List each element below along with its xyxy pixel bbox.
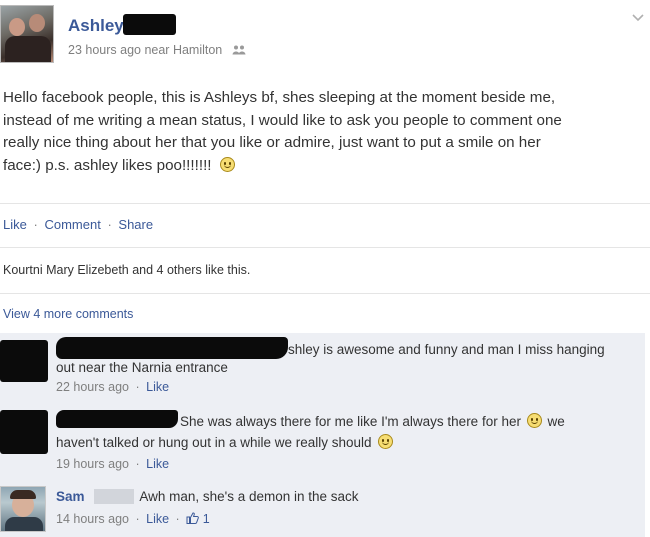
smiley-icon xyxy=(526,413,542,428)
comment-link[interactable]: Comment xyxy=(44,217,100,232)
commenter-surname-redaction xyxy=(94,489,135,504)
comment-text-line: She was always there for me like I'm alw… xyxy=(56,411,641,432)
comment-like-link[interactable]: Like xyxy=(146,457,169,471)
comment-text-line: shley is awesome and funny and man I mis… xyxy=(56,341,641,359)
comment-text: Sam Awh man, she's a demon in the sack xyxy=(56,489,359,504)
divider xyxy=(0,247,650,248)
chevron-down-icon[interactable] xyxy=(631,10,645,22)
action-separator: · xyxy=(135,380,140,394)
friends-icon xyxy=(232,44,246,55)
comment-text-line1: Awh man, she's a demon in the sack xyxy=(139,489,359,504)
comment-timestamp[interactable]: 22 hours ago xyxy=(56,380,129,394)
comment-avatar-redaction xyxy=(0,340,48,382)
post-body-line: face:) p.s. ashley likes poo!!!!!!! xyxy=(3,156,212,174)
comment-avatar-redaction xyxy=(0,410,48,454)
comment-text: She was always there for me like I'm alw… xyxy=(56,411,641,453)
smiley-icon xyxy=(378,434,394,449)
action-separator: · xyxy=(135,512,140,526)
post-meta-text[interactable]: 23 hours ago near Hamilton xyxy=(68,43,222,57)
post-body-line: really nice thing about her that you lik… xyxy=(3,134,541,151)
action-separator: · xyxy=(33,217,38,232)
commenter-name[interactable]: Sam xyxy=(56,489,85,504)
comment-timestamp[interactable]: 14 hours ago xyxy=(56,512,129,526)
smiley-icon xyxy=(219,156,235,172)
comment-text-line1-tail: we xyxy=(547,414,565,429)
post-author-avatar[interactable] xyxy=(0,5,54,63)
comment-text: shley is awesome and funny and man I mis… xyxy=(56,341,641,377)
comment-like-link[interactable]: Like xyxy=(146,380,169,394)
comment-like-link[interactable]: Like xyxy=(146,512,169,526)
commenter-avatar[interactable] xyxy=(0,486,46,532)
comment-meta: 19 hours ago · Like xyxy=(56,457,169,471)
comment-text-line1: She was always there for me like I'm alw… xyxy=(180,414,521,429)
action-separator: · xyxy=(175,512,180,526)
post-actions: Like · Comment · Share xyxy=(3,217,153,232)
comment-background xyxy=(0,479,645,537)
comment-text-line2: haven't talked or hung out in a while we… xyxy=(56,435,372,450)
post-body: Hello facebook people, this is Ashleys b… xyxy=(3,87,643,177)
divider xyxy=(0,203,650,204)
comment-text-line2: out near the Narnia entrance xyxy=(56,360,228,375)
likes-summary[interactable]: Kourtni Mary Elizebeth and 4 others like… xyxy=(3,263,250,277)
comment-text-line1: shley is awesome and funny and man I mis… xyxy=(288,342,605,357)
comment-meta: 22 hours ago · Like xyxy=(56,380,169,394)
comment-timestamp[interactable]: 19 hours ago xyxy=(56,457,129,471)
like-link[interactable]: Like xyxy=(3,217,27,232)
share-link[interactable]: Share xyxy=(118,217,153,232)
comment-meta: 14 hours ago · Like · 1 xyxy=(56,512,210,526)
post-author-name[interactable]: Ashley xyxy=(68,16,124,36)
post-body-line: Hello facebook people, this is Ashleys b… xyxy=(3,89,556,106)
action-separator: · xyxy=(107,217,112,232)
comment-text-line: haven't talked or hung out in a while we… xyxy=(56,432,641,453)
action-separator: · xyxy=(135,457,140,471)
post-body-line: instead of me writing a mean status, I w… xyxy=(3,111,562,129)
post-meta: 23 hours ago near Hamilton xyxy=(68,43,246,57)
comment-like-count[interactable]: 1 xyxy=(203,512,210,526)
post-body-last-line: face:) p.s. ashley likes poo!!!!!!! xyxy=(3,155,643,178)
author-surname-redaction xyxy=(123,14,176,35)
view-more-comments-link[interactable]: View 4 more comments xyxy=(3,307,133,321)
thumbs-up-icon[interactable] xyxy=(186,512,200,524)
divider xyxy=(0,293,650,294)
